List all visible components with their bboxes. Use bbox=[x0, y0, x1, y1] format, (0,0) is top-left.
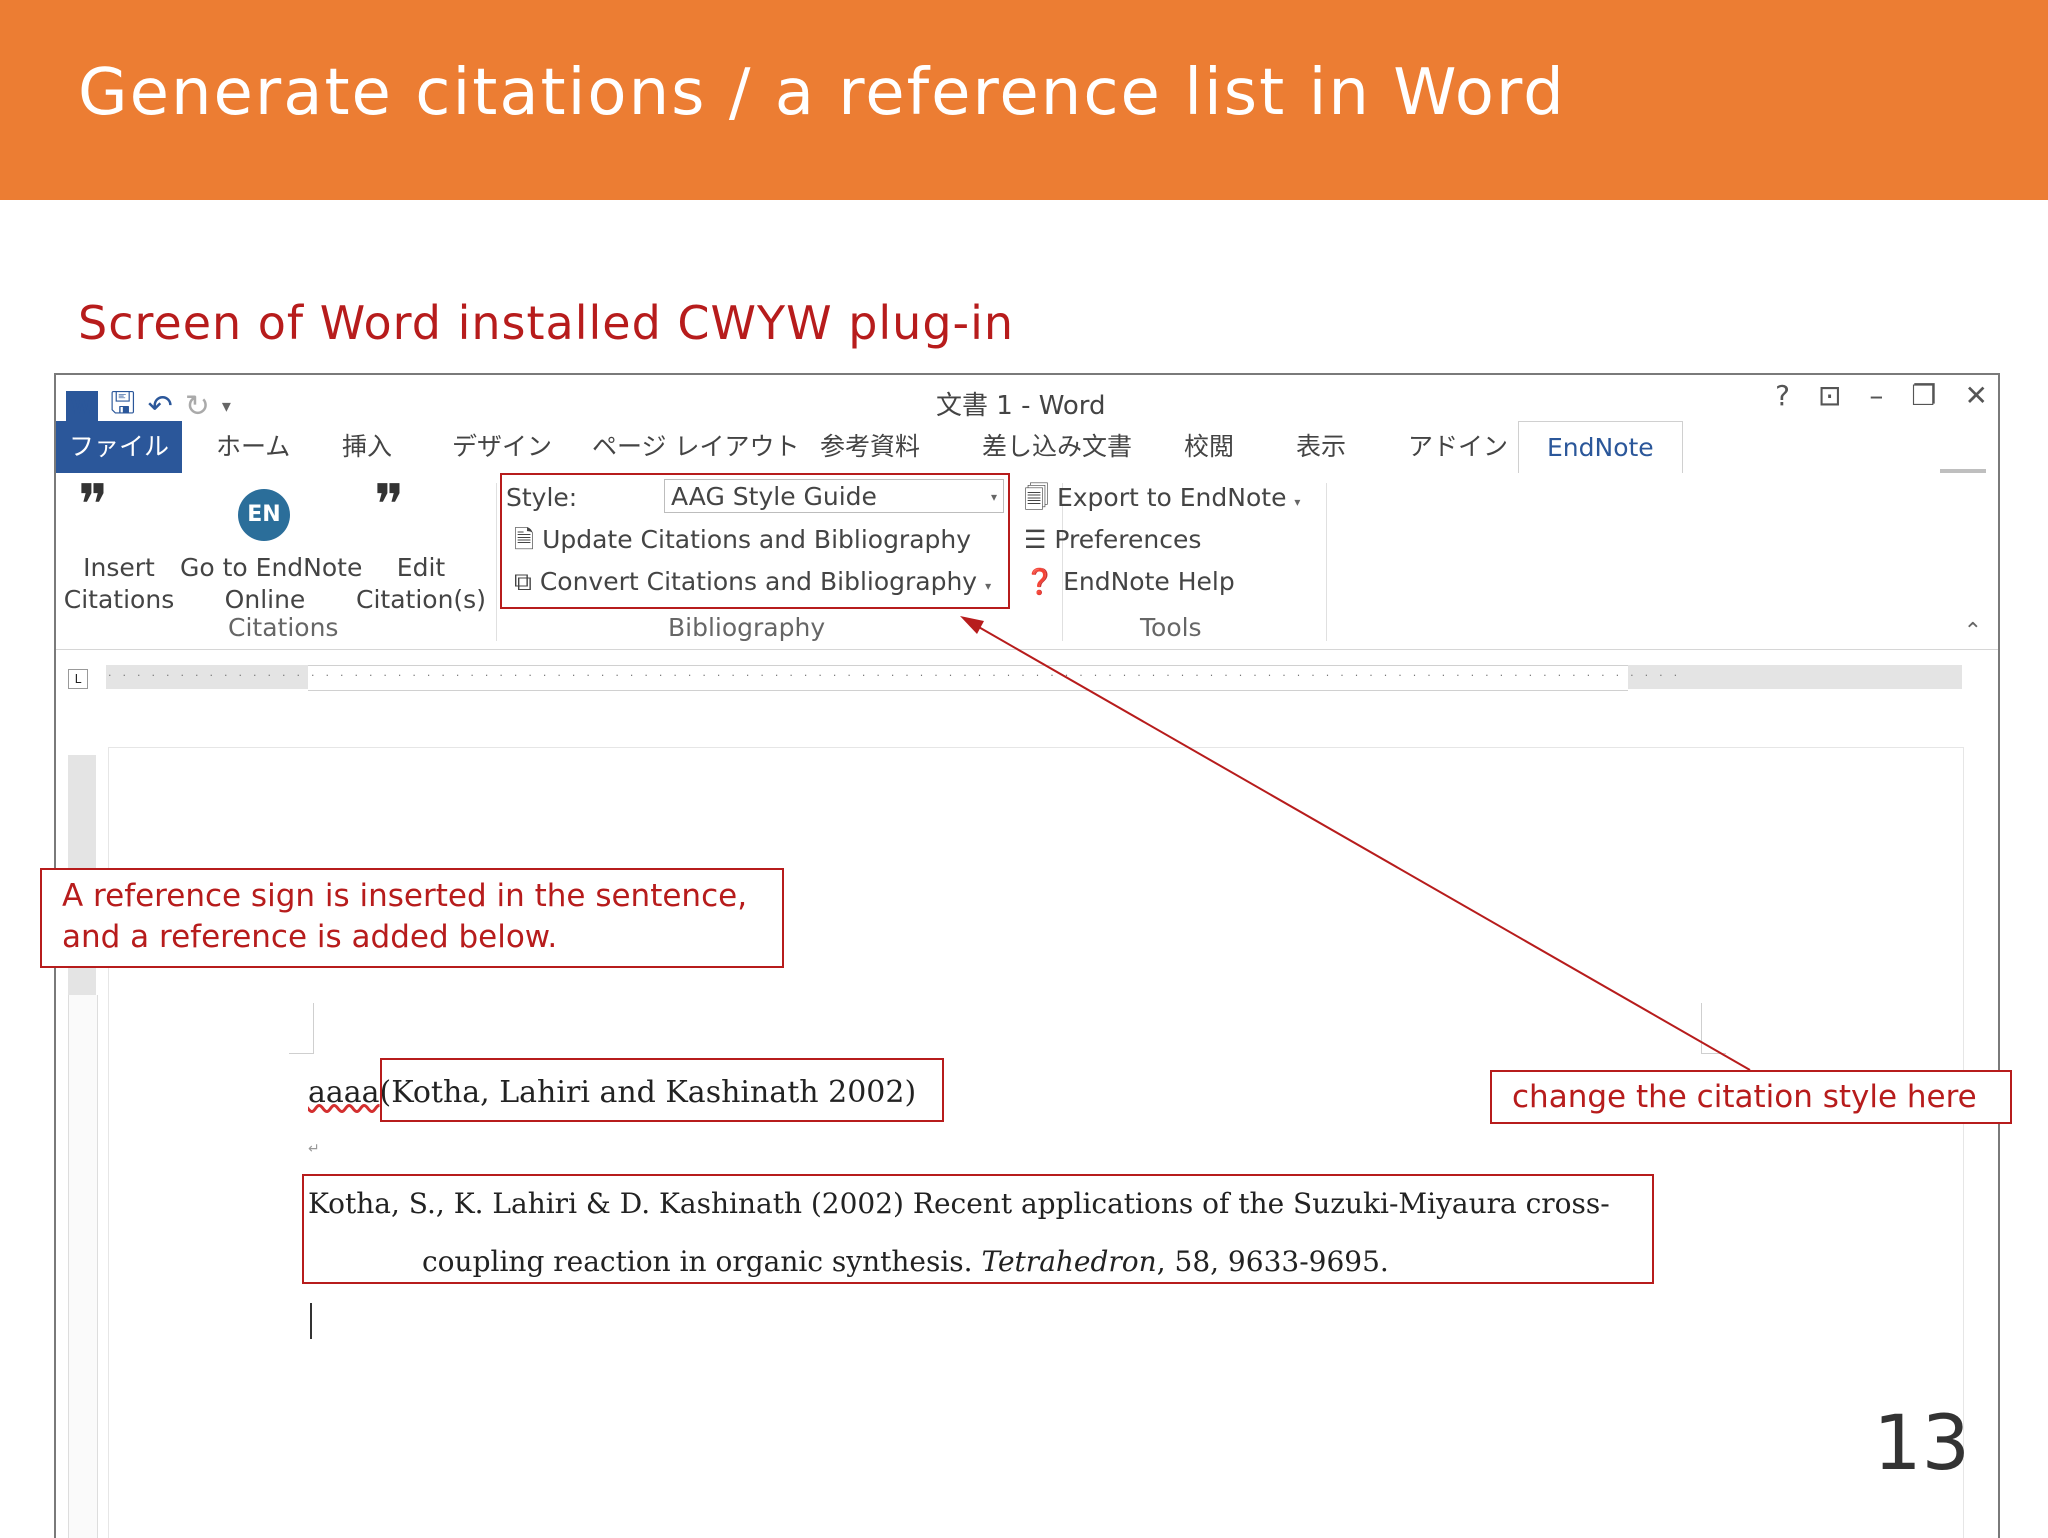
arrow-line bbox=[969, 621, 1751, 1071]
arrow-head bbox=[960, 616, 984, 634]
left-annotation-line-2: and a reference is added below. bbox=[62, 919, 558, 955]
left-annotation-line-1: A reference sign is inserted in the sent… bbox=[62, 878, 748, 914]
page-number: 13 bbox=[1873, 1398, 1970, 1487]
arrow-annotation bbox=[960, 616, 1751, 1071]
left-annotation: A reference sign is inserted in the sent… bbox=[40, 868, 784, 968]
right-annotation: change the citation style here bbox=[1490, 1070, 2012, 1124]
